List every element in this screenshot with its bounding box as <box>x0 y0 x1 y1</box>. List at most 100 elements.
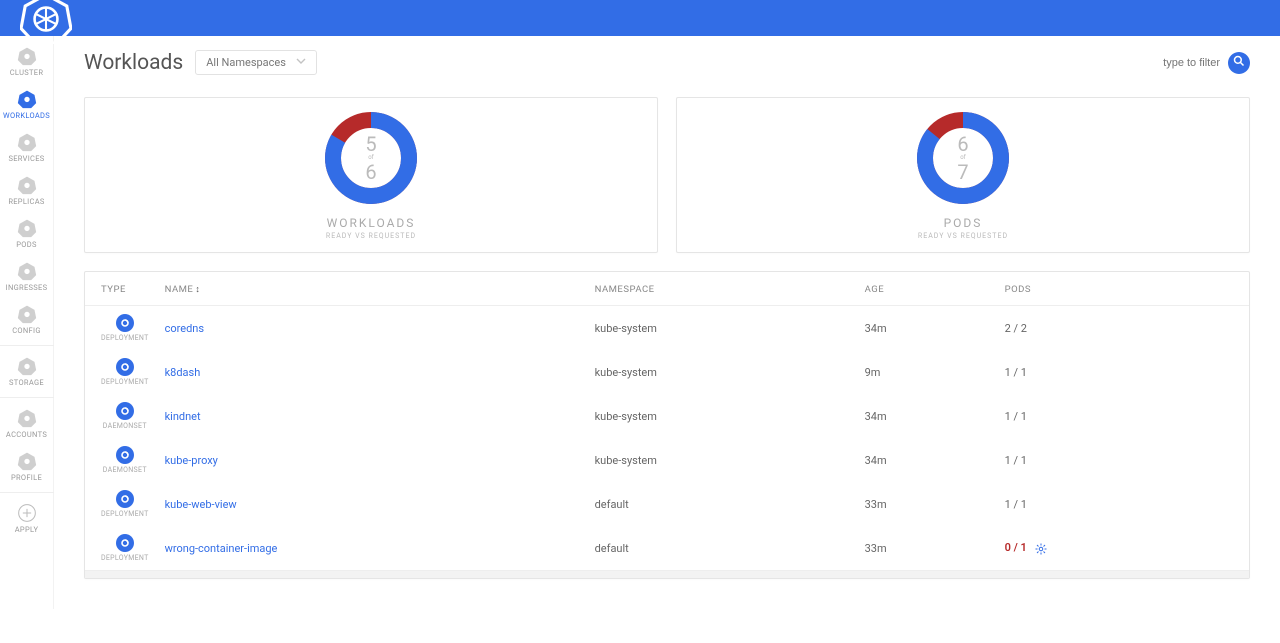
topbar <box>0 0 1280 36</box>
sidebar-item-apply[interactable]: APPLY <box>0 492 54 538</box>
workload-link[interactable]: wrong-container-image <box>165 542 278 555</box>
workload-type-icon <box>116 490 134 508</box>
row-type-cell: DEPLOYMENT <box>85 350 157 394</box>
row-name-cell: coredns <box>157 306 587 351</box>
sidebar-item-profile[interactable]: PROFILE <box>0 445 54 486</box>
sidebar-item-pods[interactable]: PODS <box>0 212 54 253</box>
hex-icon <box>17 261 37 281</box>
sidebar-item-accounts[interactable]: ACCOUNTS <box>0 397 54 443</box>
charts-row: 5 of 6 WORKLOADS READY VS REQUESTED 6 of… <box>84 97 1250 253</box>
row-type-cell: DEPLOYMENT <box>85 526 157 570</box>
row-type-cell: DEPLOYMENT <box>85 306 157 351</box>
donut-center: 5 of 6 <box>325 112 417 204</box>
col-name[interactable]: NAME↕ <box>157 272 587 306</box>
workload-type-label: DEPLOYMENT <box>101 378 149 386</box>
hex-icon <box>17 451 37 471</box>
chart-title: WORKLOADS <box>327 216 416 230</box>
col-type[interactable]: TYPE <box>85 272 157 306</box>
row-pods-cell: 2 / 2 <box>997 306 1249 351</box>
table-row[interactable]: DEPLOYMENT coredns kube-system 34m 2 / 2 <box>85 306 1249 351</box>
sidebar-item-label: ACCOUNTS <box>6 430 47 439</box>
sidebar-item-label: SERVICES <box>8 154 44 163</box>
sidebar-item-services[interactable]: SERVICES <box>0 126 54 167</box>
row-name-cell: kube-web-view <box>157 482 587 526</box>
workload-link[interactable]: coredns <box>165 322 204 335</box>
sidebar-item-replicas[interactable]: REPLICAS <box>0 169 54 210</box>
sidebar-item-label: CONFIG <box>12 326 41 335</box>
filter-controls <box>1130 52 1250 74</box>
donut-chart: 5 of 6 <box>325 112 417 204</box>
horizontal-scrollbar[interactable] <box>85 570 1249 578</box>
sidebar-item-label: PROFILE <box>11 473 42 482</box>
donut-requested-value: 7 <box>957 162 968 182</box>
table-row[interactable]: DAEMONSET kube-proxy kube-system 34m 1 /… <box>85 438 1249 482</box>
row-namespace-cell: default <box>587 482 857 526</box>
row-type-cell: DAEMONSET <box>85 438 157 482</box>
sidebar-item-label: INGRESSES <box>6 283 48 292</box>
main-content: Workloads All Namespaces 5 of 6 WO <box>54 36 1280 609</box>
row-pods-cell: 0 / 1 <box>997 526 1249 570</box>
row-name-cell: wrong-container-image <box>157 526 587 570</box>
sidebar-item-label: CLUSTER <box>10 68 44 77</box>
row-pods-cell: 1 / 1 <box>997 394 1249 438</box>
workload-type-label: DAEMONSET <box>101 466 149 474</box>
gear-icon[interactable] <box>1035 543 1047 555</box>
sidebar-item-storage[interactable]: STORAGE <box>0 345 54 391</box>
hex-icon <box>17 304 37 324</box>
page-header: Workloads All Namespaces <box>84 50 1250 75</box>
workload-type-icon <box>116 314 134 332</box>
hex-icon <box>17 218 37 238</box>
workload-type-icon <box>116 446 134 464</box>
chart-subtitle: READY VS REQUESTED <box>326 232 416 240</box>
sidebar-item-ingresses[interactable]: INGRESSES <box>0 255 54 296</box>
workload-link[interactable]: k8dash <box>165 366 201 379</box>
row-age-cell: 33m <box>857 482 997 526</box>
workloads-table: TYPE NAME↕ NAMESPACE AGE PODS DEPLOYMENT… <box>85 272 1249 570</box>
donut-ready-value: 6 <box>957 134 968 154</box>
row-name-cell: k8dash <box>157 350 587 394</box>
filter-input[interactable] <box>1130 57 1220 69</box>
row-age-cell: 9m <box>857 350 997 394</box>
table-row[interactable]: DEPLOYMENT k8dash kube-system 9m 1 / 1 <box>85 350 1249 394</box>
col-namespace[interactable]: NAMESPACE <box>587 272 857 306</box>
page-title: Workloads <box>84 51 183 75</box>
sidebar-item-label: REPLICAS <box>8 197 44 206</box>
workloads-table-card: TYPE NAME↕ NAMESPACE AGE PODS DEPLOYMENT… <box>84 271 1250 579</box>
row-type-cell: DAEMONSET <box>85 394 157 438</box>
hex-icon <box>17 356 37 376</box>
row-name-cell: kube-proxy <box>157 438 587 482</box>
row-pods-cell: 1 / 1 <box>997 482 1249 526</box>
namespace-selector-label: All Namespaces <box>206 56 286 69</box>
sidebar: CLUSTER WORKLOADS SERVICES REPLICAS PODS INGR… <box>0 36 54 609</box>
row-age-cell: 34m <box>857 438 997 482</box>
namespace-selector[interactable]: All Namespaces <box>195 50 317 75</box>
row-age-cell: 33m <box>857 526 997 570</box>
workload-link[interactable]: kindnet <box>165 410 201 423</box>
search-icon <box>1233 55 1245 70</box>
donut-ready-value: 5 <box>365 134 376 154</box>
chart-subtitle: READY VS REQUESTED <box>918 232 1008 240</box>
workload-type-label: DEPLOYMENT <box>101 554 149 562</box>
table-row[interactable]: DEPLOYMENT kube-web-view default 33m 1 /… <box>85 482 1249 526</box>
workload-type-label: DAEMONSET <box>101 422 149 430</box>
chart-card-pods: 6 of 7 PODS READY VS REQUESTED <box>676 97 1250 253</box>
chart-title: PODS <box>944 216 983 230</box>
workload-link[interactable]: kube-web-view <box>165 498 237 511</box>
col-pods[interactable]: PODS <box>997 272 1249 306</box>
sidebar-item-config[interactable]: CONFIG <box>0 298 54 339</box>
search-button[interactable] <box>1228 52 1250 74</box>
row-pods-cell: 1 / 1 <box>997 438 1249 482</box>
row-namespace-cell: kube-system <box>587 438 857 482</box>
table-row[interactable]: DEPLOYMENT wrong-container-image default… <box>85 526 1249 570</box>
k8s-logo-icon <box>20 0 72 47</box>
workload-link[interactable]: kube-proxy <box>165 454 218 467</box>
plus-icon <box>17 503 37 523</box>
hex-icon <box>17 408 37 428</box>
row-pods-cell: 1 / 1 <box>997 350 1249 394</box>
table-row[interactable]: DAEMONSET kindnet kube-system 34m 1 / 1 <box>85 394 1249 438</box>
col-age[interactable]: AGE <box>857 272 997 306</box>
row-type-cell: DEPLOYMENT <box>85 482 157 526</box>
hex-ring-icon <box>17 89 37 109</box>
workload-type-icon <box>116 358 134 376</box>
sidebar-item-workloads[interactable]: WORKLOADS <box>0 83 54 124</box>
